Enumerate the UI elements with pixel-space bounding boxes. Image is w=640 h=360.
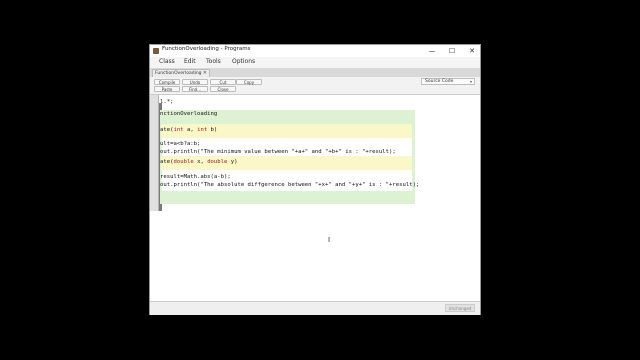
tab-functionoverloading[interactable]: FunctionOverloading ✕ bbox=[152, 69, 210, 77]
code-editor[interactable]: l.*; nctionOverloading ate(int a, int b)… bbox=[150, 95, 480, 301]
compile-button[interactable]: Compile bbox=[154, 79, 180, 85]
source-code-select[interactable]: Source Code ▾ bbox=[421, 78, 475, 85]
line-number-gutter bbox=[150, 95, 159, 211]
title-bar: FunctionOverloading - Programs — ☐ ✕ bbox=[150, 45, 480, 57]
cut-button[interactable]: Cut bbox=[210, 79, 236, 85]
code-line: l.*; bbox=[160, 99, 174, 105]
code-line: ate(double x, double y) bbox=[160, 159, 238, 165]
paste-button[interactable]: Paste bbox=[154, 86, 180, 92]
code-line: out.println("The minimum value between "… bbox=[160, 149, 396, 155]
close-button[interactable]: Close bbox=[210, 86, 236, 92]
code-line: ult=a<b?a:b; bbox=[160, 141, 201, 147]
find-button[interactable]: Find... bbox=[182, 86, 208, 92]
code-line: ate(int a, int b) bbox=[160, 127, 218, 133]
code-line: out.println("The absolute diffgerence be… bbox=[160, 182, 420, 188]
status-indicator: Unchanged bbox=[445, 304, 475, 312]
maximize-button[interactable]: ☐ bbox=[442, 45, 462, 57]
menu-edit[interactable]: Edit bbox=[184, 58, 196, 65]
tab-label: FunctionOverloading bbox=[155, 71, 202, 76]
editor-window: FunctionOverloading - Programs — ☐ ✕ Cla… bbox=[149, 44, 481, 315]
menu-tools[interactable]: Tools bbox=[206, 58, 221, 65]
minimize-button[interactable]: — bbox=[422, 45, 442, 57]
menu-bar: Class Edit Tools Options bbox=[150, 57, 480, 68]
copy-button[interactable]: Copy bbox=[236, 79, 262, 85]
menu-options[interactable]: Options bbox=[232, 58, 255, 65]
tab-close-icon[interactable]: ✕ bbox=[203, 70, 207, 77]
menu-class[interactable]: Class bbox=[159, 58, 175, 65]
window-title: FunctionOverloading - Programs bbox=[162, 46, 251, 52]
text-cursor-icon: I bbox=[328, 236, 331, 244]
chevron-down-icon: ▾ bbox=[469, 79, 472, 84]
close-window-button[interactable]: ✕ bbox=[462, 45, 482, 57]
bluej-app-icon bbox=[153, 48, 159, 54]
code-line: nctionOverloading bbox=[160, 111, 218, 117]
tab-strip: FunctionOverloading ✕ bbox=[150, 68, 480, 77]
undo-button[interactable]: Undo bbox=[182, 79, 208, 85]
code-line: result=Math.abs(a-b); bbox=[160, 174, 231, 180]
source-code-label: Source Code bbox=[425, 79, 454, 84]
status-bar: Unchanged bbox=[150, 301, 480, 315]
